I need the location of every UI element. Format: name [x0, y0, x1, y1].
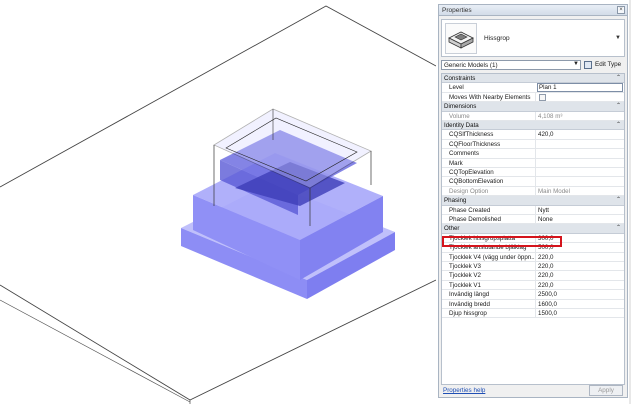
section-label: Dimensions	[444, 103, 477, 111]
chevron-up-icon[interactable]: ⌃	[616, 74, 621, 81]
property-row-mark[interactable]: Mark	[442, 158, 624, 168]
section-label: Phasing	[444, 197, 467, 205]
property-row-volume: Volume 4,108 m³	[442, 111, 624, 121]
property-value[interactable]: 420,0	[538, 131, 622, 138]
section-label: Constraints	[444, 75, 476, 82]
element-filter-dropdown[interactable]: Generic Models (1) ▼	[441, 60, 581, 70]
property-name: Djup hissgrop	[449, 310, 487, 317]
property-row-cqfloor[interactable]: CQFloorThickness	[442, 139, 624, 150]
model-3d-view[interactable]	[0, 0, 436, 404]
section-header-phasing[interactable]: Phasing ⌃	[442, 196, 624, 206]
property-name: Tjocklek V1	[449, 281, 481, 289]
property-row-cqsf[interactable]: CQSlfThickness 420,0	[442, 130, 624, 140]
properties-footer: Properties help Apply	[441, 385, 625, 397]
property-value[interactable]: 220,0	[538, 282, 622, 289]
type-selector[interactable]: Hissgrop ▼	[441, 19, 625, 57]
property-row-moves[interactable]: Moves With Nearby Elements	[442, 92, 624, 103]
property-row-phase-created[interactable]: Phase Created Nytt	[442, 205, 624, 215]
property-row-design-option: Design Option Main Model	[442, 186, 624, 197]
property-name: Phase Created	[449, 206, 491, 214]
property-name: Design Option	[449, 187, 489, 195]
edit-type-button[interactable]: Edit Type	[584, 59, 626, 71]
property-value: 4,108 m³	[538, 112, 563, 120]
property-name: CQSlfThickness	[449, 131, 494, 139]
section-header-dimensions[interactable]: Dimensions ⌃	[442, 102, 624, 112]
property-name: Mark	[449, 159, 463, 167]
property-name: Tjocklek V3	[449, 263, 481, 270]
property-name: Tjocklek V4 (vägg under öppn...	[449, 253, 535, 261]
chevron-down-icon[interactable]: ▼	[615, 35, 621, 41]
moves-checkbox[interactable]	[539, 93, 546, 101]
property-row-inv-langd[interactable]: Invändig längd 2500,0	[442, 290, 624, 300]
property-row-djup[interactable]: Djup hissgrop 1500,0	[442, 309, 624, 319]
property-name: Tjocklek V2	[449, 272, 481, 280]
apply-button[interactable]: Apply	[589, 385, 623, 396]
chevron-up-icon[interactable]: ⌃	[616, 102, 621, 109]
type-name: Hissgrop	[484, 35, 510, 42]
generic-model-icon	[445, 23, 477, 54]
property-value[interactable]: 1600,0	[538, 301, 622, 308]
chevron-up-icon[interactable]: ⌃	[616, 196, 621, 203]
property-row-t-v1[interactable]: Tjocklek V1 220,0	[442, 280, 624, 291]
property-row-cqtop[interactable]: CQTopElevation	[442, 168, 624, 178]
property-value[interactable]: None	[538, 216, 622, 223]
properties-title: Properties	[442, 7, 472, 14]
close-icon[interactable]: ×	[617, 6, 625, 14]
property-name: Moves With Nearby Elements	[449, 93, 531, 101]
property-row-phase-demolished[interactable]: Phase Demolished None	[442, 215, 624, 225]
property-name: Phase Demolished	[449, 216, 501, 223]
property-name: Invändig längd	[449, 291, 490, 299]
property-name: Comments	[449, 150, 479, 158]
properties-palette: Properties × Hissgrop ▼ Generic Models (…	[438, 4, 628, 398]
property-value[interactable]: Nytt	[538, 207, 622, 214]
section-label: Identity Data	[444, 122, 479, 129]
property-value[interactable]: 2500,0	[538, 291, 622, 298]
section-header-constraints[interactable]: Constraints ⌃	[442, 74, 624, 84]
chevron-up-icon[interactable]: ⌃	[616, 224, 621, 231]
property-value: Main Model	[538, 187, 570, 195]
model-viewport[interactable]	[0, 0, 436, 404]
filter-value: Generic Models (1)	[444, 62, 498, 69]
property-name: CQBottomElevation	[449, 178, 504, 186]
chevron-down-icon[interactable]: ▼	[573, 61, 579, 67]
property-value[interactable]: 220,0	[538, 263, 622, 270]
properties-help-link[interactable]: Properties help	[443, 387, 485, 394]
section-header-identity[interactable]: Identity Data ⌃	[442, 121, 624, 131]
property-row-inv-bredd[interactable]: Invändig bredd 1600,0	[442, 299, 624, 309]
property-value[interactable]: Plan 1	[539, 84, 623, 91]
property-value[interactable]: 220,0	[538, 272, 622, 279]
property-row-t-v4[interactable]: Tjocklek V4 (vägg under öppn... 220,0	[442, 252, 624, 262]
property-value[interactable]: 1500,0	[538, 310, 622, 317]
properties-grid: Constraints ⌃ Level Plan 1 Moves With Ne…	[441, 73, 625, 385]
chevron-up-icon[interactable]: ⌃	[616, 121, 621, 128]
section-label: Other	[444, 225, 460, 233]
properties-titlebar[interactable]: Properties ×	[439, 5, 627, 16]
property-row-t-v2[interactable]: Tjocklek V2 220,0	[442, 271, 624, 281]
property-row-comments[interactable]: Comments	[442, 149, 624, 159]
property-name: CQFloorThickness	[449, 140, 501, 148]
property-name: Invändig bredd	[449, 300, 490, 308]
highlight-box	[442, 236, 562, 247]
property-row-level[interactable]: Level Plan 1	[442, 83, 624, 93]
property-name: CQTopElevation	[449, 169, 494, 176]
edit-type-icon	[584, 61, 592, 69]
property-value[interactable]: 220,0	[538, 254, 622, 261]
property-row-cqbottom[interactable]: CQBottomElevation	[442, 177, 624, 187]
edit-type-label: Edit Type	[595, 61, 622, 68]
property-name: Volume	[449, 112, 470, 120]
property-name: Level	[449, 84, 464, 92]
property-row-t-v3[interactable]: Tjocklek V3 220,0	[442, 262, 624, 272]
section-header-other[interactable]: Other ⌃	[442, 224, 624, 234]
